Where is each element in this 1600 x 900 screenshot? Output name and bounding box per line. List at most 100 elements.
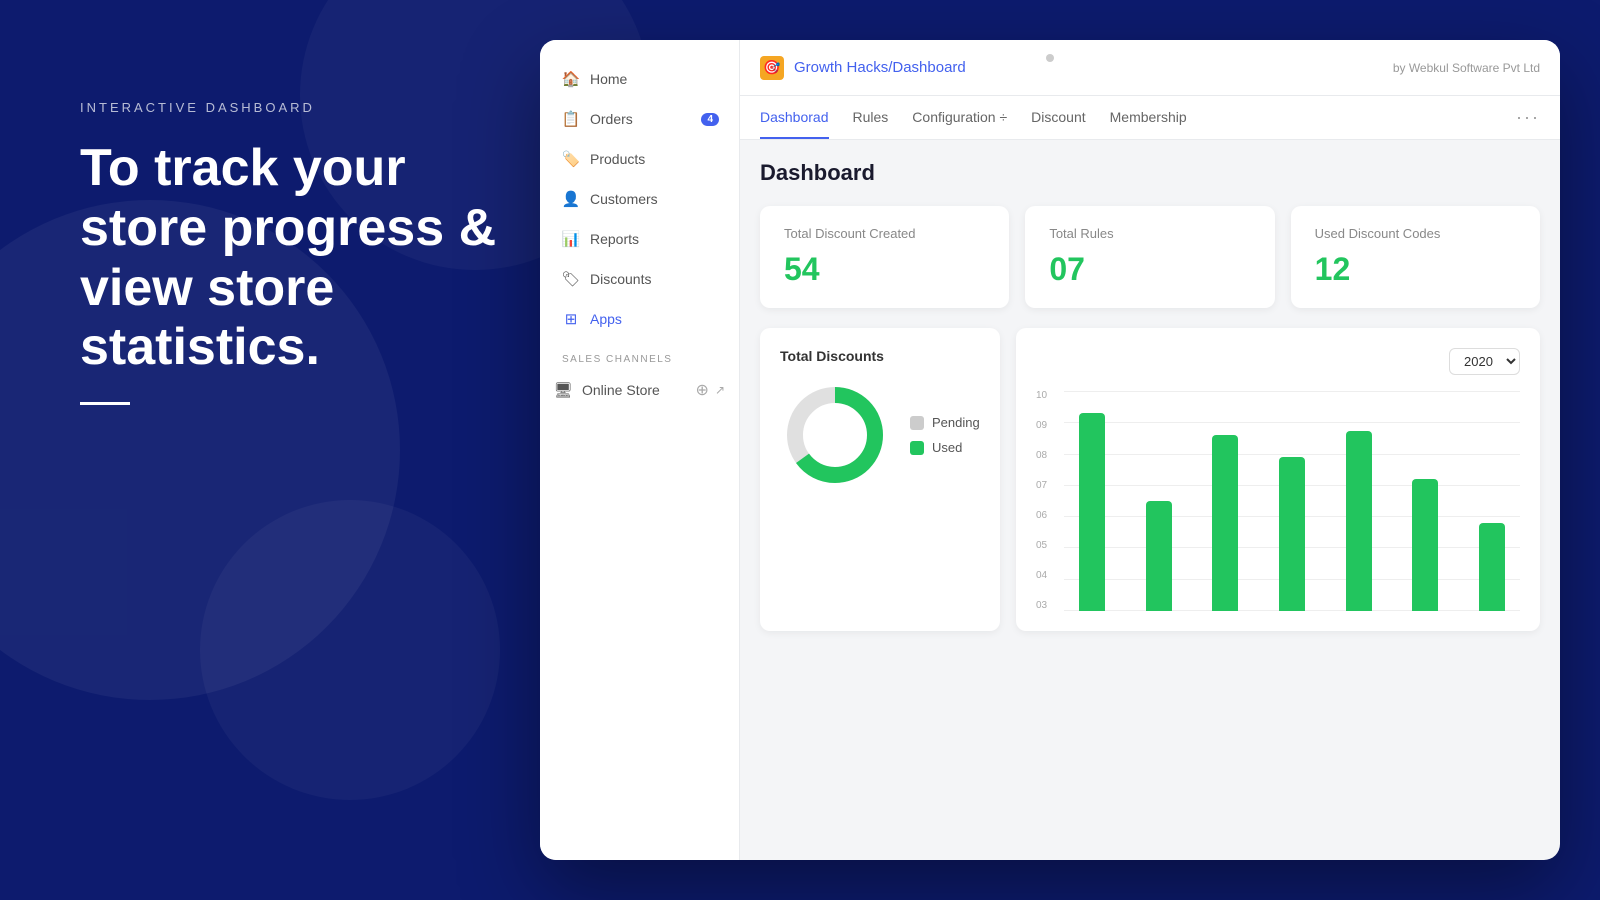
home-icon: 🏠 — [562, 70, 580, 88]
stat-label-total-discount: Total Discount Created — [784, 226, 985, 241]
left-panel-label: INTERACTIVE DASHBOARD — [80, 100, 500, 115]
tab-configuration[interactable]: Configuration ÷ — [912, 96, 1007, 139]
tab-dashboard-label: Dashborad — [760, 109, 829, 125]
sidebar-item-home-label: Home — [590, 71, 627, 87]
sidebar-item-apps[interactable]: ⊞ Apps — [548, 300, 731, 338]
brand-icon: 🎯 — [760, 56, 784, 80]
dashboard-body: Dashboard Total Discount Created 54 Tota… — [740, 140, 1560, 860]
header-left: 🎯 Growth Hacks/Dashboard — [760, 56, 966, 80]
bar-feb — [1146, 501, 1172, 611]
sidebar-item-reports[interactable]: 📊 Reports — [548, 220, 731, 258]
bar-group-may — [1264, 391, 1321, 611]
bar-oct — [1479, 523, 1505, 611]
bar-jul — [1346, 431, 1372, 611]
y-label-07: 07 — [1036, 481, 1064, 491]
pending-dot — [910, 416, 924, 430]
donut-chart-title: Total Discounts — [780, 348, 980, 364]
header-title: Growth Hacks/Dashboard — [794, 59, 966, 76]
y-axis: 10 09 08 07 06 05 04 03 — [1036, 391, 1064, 611]
tabs-more-button[interactable]: ··· — [1516, 107, 1540, 128]
stats-row: Total Discount Created 54 Total Rules 07… — [760, 206, 1540, 308]
left-panel-headline: To track your store progress & view stor… — [80, 139, 500, 378]
sidebar-item-online-store[interactable]: 🖥 Online Store — [554, 371, 696, 409]
stat-value-total-discount: 54 — [784, 251, 985, 288]
tabs-bar: Dashborad Rules Configuration ÷ Discount… — [740, 96, 1560, 140]
sidebar-item-reports-label: Reports — [590, 231, 639, 247]
y-label-06: 06 — [1036, 511, 1064, 521]
orders-badge: 4 — [701, 113, 719, 126]
bar-group-feb — [1131, 391, 1188, 611]
bar-group-aug — [1397, 391, 1454, 611]
content-area: 🎯 Growth Hacks/Dashboard by Webkul Softw… — [740, 40, 1560, 860]
bar-chart-wrapper: 10 09 08 07 06 05 04 03 — [1036, 391, 1520, 611]
y-label-04: 04 — [1036, 571, 1064, 581]
customers-icon: 👤 — [562, 190, 580, 208]
donut-svg — [780, 380, 890, 490]
sales-channels-label: SALES CHANNELS — [540, 338, 739, 371]
legend-used: Used — [910, 440, 980, 455]
products-icon: 🏷️ — [562, 150, 580, 168]
online-store-label: Online Store — [582, 382, 660, 398]
orders-icon: 📋 — [562, 110, 580, 128]
y-label-09: 09 — [1036, 421, 1064, 431]
add-channel-icon[interactable]: ⊕ — [696, 380, 709, 400]
tab-membership[interactable]: Membership — [1110, 96, 1187, 139]
tab-configuration-label: Configuration ÷ — [912, 109, 1007, 125]
tab-membership-label: Membership — [1110, 109, 1187, 125]
legend-pending: Pending — [910, 415, 980, 430]
year-select[interactable]: 2020 2019 2018 — [1449, 348, 1520, 375]
tab-rules[interactable]: Rules — [853, 96, 889, 139]
y-label-05: 05 — [1036, 541, 1064, 551]
header-byline: by Webkul Software Pvt Ltd — [1393, 61, 1540, 75]
bar-group-jan — [1064, 391, 1121, 611]
stat-card-used-discount: Used Discount Codes 12 — [1291, 206, 1540, 308]
pending-label: Pending — [932, 415, 980, 430]
reports-icon: 📊 — [562, 230, 580, 248]
stat-value-total-rules: 07 — [1049, 251, 1250, 288]
sidebar-item-products[interactable]: 🏷️ Products — [548, 140, 731, 178]
sidebar-item-apps-label: Apps — [590, 311, 622, 327]
app-header: 🎯 Growth Hacks/Dashboard by Webkul Softw… — [740, 40, 1560, 96]
sidebar-item-customers[interactable]: 👤 Customers — [548, 180, 731, 218]
sidebar-item-orders[interactable]: 📋 Orders 4 — [548, 100, 731, 138]
bar-jan — [1079, 413, 1105, 611]
sidebar-item-discounts-label: Discounts — [590, 271, 651, 287]
sidebar-item-customers-label: Customers — [590, 191, 658, 207]
stat-card-total-discount: Total Discount Created 54 — [760, 206, 1009, 308]
left-panel: INTERACTIVE DASHBOARD To track your stor… — [80, 100, 500, 405]
bar-group-oct — [1463, 391, 1520, 611]
stat-label-total-rules: Total Rules — [1049, 226, 1250, 241]
bar-apr — [1212, 435, 1238, 611]
bar-group-jul — [1330, 391, 1387, 611]
tab-discount-label: Discount — [1031, 109, 1085, 125]
tab-rules-label: Rules — [853, 109, 889, 125]
sidebar-item-orders-label: Orders — [590, 111, 633, 127]
sidebar-item-products-label: Products — [590, 151, 645, 167]
bar-aug — [1412, 479, 1438, 611]
y-label-08: 08 — [1036, 451, 1064, 461]
external-link-icon[interactable]: ↗ — [715, 383, 725, 397]
used-label: Used — [932, 440, 962, 455]
stat-label-used-discount: Used Discount Codes — [1315, 226, 1516, 241]
bar-group-apr — [1197, 391, 1254, 611]
bar-card-header: 2020 2019 2018 — [1036, 348, 1520, 375]
sidebar-item-home[interactable]: 🏠 Home — [548, 60, 731, 98]
donut-legend: Pending Used — [910, 415, 980, 455]
bar-chart-card: 2020 2019 2018 10 09 08 07 06 — [1016, 328, 1540, 631]
donut-container: Pending Used — [780, 380, 980, 490]
apps-icon: ⊞ — [562, 310, 580, 328]
stat-card-total-rules: Total Rules 07 — [1025, 206, 1274, 308]
sidebar: 🏠 Home 📋 Orders 4 🏷️ Products 👤 Customer… — [540, 40, 740, 860]
y-label-10: 10 — [1036, 391, 1064, 401]
donut-chart-card: Total Discounts Pending — [760, 328, 1000, 631]
header-brand: Growth Hacks — [794, 59, 888, 76]
header-page: Dashboard — [892, 59, 965, 76]
bars-container — [1064, 391, 1520, 611]
dashboard-title: Dashboard — [760, 160, 1540, 186]
tab-discount[interactable]: Discount — [1031, 96, 1085, 139]
tab-dashboard[interactable]: Dashborad — [760, 96, 829, 139]
sidebar-item-discounts[interactable]: 🏷 Discounts — [548, 260, 731, 298]
charts-row: Total Discounts Pending — [760, 328, 1540, 631]
stat-value-used-discount: 12 — [1315, 251, 1516, 288]
used-dot — [910, 441, 924, 455]
